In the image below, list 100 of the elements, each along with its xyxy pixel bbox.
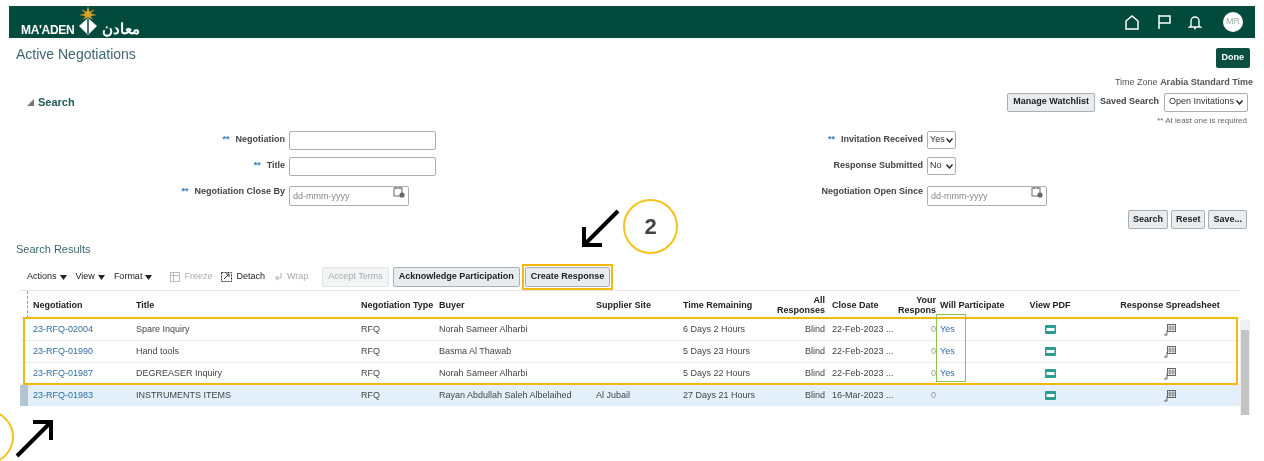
column-header[interactable]: Time Remaining bbox=[678, 299, 770, 310]
table-cell-text: Hand tools bbox=[135, 344, 181, 358]
input-field[interactable] bbox=[289, 130, 436, 150]
participate-link[interactable]: Yes bbox=[936, 366, 1000, 381]
table-cell-text: DEGREASER Inquiry bbox=[135, 366, 224, 380]
arrow-icon bbox=[580, 209, 620, 249]
spreadsheet-icon[interactable] bbox=[1164, 367, 1176, 380]
negotiation-link[interactable]: 23-RFQ-01990 bbox=[28, 344, 131, 359]
search-form-button[interactable]: Save... bbox=[1208, 210, 1247, 229]
table-cell-text: INSTRUMENTS ITEMS bbox=[135, 388, 232, 402]
field-label: Title bbox=[266, 159, 285, 173]
table-cell-text: Norah Sameer Alharbi bbox=[438, 366, 529, 380]
date-field[interactable]: dd-mmm-yyyy bbox=[927, 186, 1047, 206]
spreadsheet-icon[interactable] bbox=[1164, 345, 1176, 358]
table-cell-text: Al Jubail bbox=[595, 388, 632, 402]
table-cell-text: 0 bbox=[930, 366, 936, 380]
search-form-button[interactable]: Reset bbox=[1170, 210, 1206, 229]
table-cell-text: Spare Inquiry bbox=[135, 322, 191, 336]
toolbar-action[interactable]: Detach bbox=[221, 270, 265, 284]
negotiation-link[interactable]: 23-RFQ-02004 bbox=[28, 322, 131, 337]
required-note: ** At least one is required bbox=[1156, 115, 1248, 125]
column-header[interactable]: All Responses bbox=[770, 294, 828, 315]
field-label: Negotiation Open Since bbox=[821, 185, 923, 199]
manage-watchlist-button[interactable]: Manage Watchlist bbox=[1007, 92, 1095, 112]
table-cell-text: 6 Days 2 Hours bbox=[682, 322, 747, 336]
detach-icon bbox=[221, 272, 233, 282]
notification-bell-icon[interactable] bbox=[1188, 14, 1202, 30]
pdf-icon[interactable] bbox=[1044, 325, 1056, 334]
pdf-icon[interactable] bbox=[1044, 369, 1056, 378]
negotiation-link[interactable]: 23-RFQ-01987 bbox=[28, 366, 131, 381]
table-cell-text: 5 Days 22 Hours bbox=[682, 366, 752, 380]
column-header[interactable]: Close Date bbox=[828, 299, 890, 310]
table-cell-text: 0 bbox=[930, 344, 936, 358]
collapse-triangle-icon[interactable] bbox=[27, 98, 34, 106]
table-cell-text: RFQ bbox=[360, 388, 381, 402]
table-cell-text: 0 bbox=[930, 388, 936, 402]
required-mark: ** bbox=[253, 159, 261, 173]
dropdown-select[interactable]: Yes bbox=[927, 131, 956, 149]
required-mark: ** bbox=[222, 133, 230, 147]
table-cell-text: RFQ bbox=[360, 366, 381, 380]
table-cell-text: Rayan Abdullah Saleh Albelaihed bbox=[438, 388, 573, 402]
scrollbar[interactable] bbox=[1240, 320, 1250, 415]
table-cell-text: 0 bbox=[930, 322, 936, 336]
table-cell-text: Blind bbox=[804, 388, 826, 402]
dropdown-caret-icon bbox=[946, 137, 953, 143]
column-header[interactable]: Negotiation bbox=[28, 299, 131, 310]
table-row[interactable]: 23-RFQ-01983 INSTRUMENTS ITEMS RFQ Rayan Abdullah Saleh Albelaihed Al Jubail 27 Days 21 Hours Blind 16-Mar-2023 ... 0 bbox=[20, 384, 1240, 406]
dropdown-select[interactable]: No bbox=[927, 157, 956, 175]
table-cell-text: Blind bbox=[804, 344, 826, 358]
input-field[interactable] bbox=[289, 156, 436, 176]
field-label: Negotiation bbox=[235, 133, 285, 147]
column-header[interactable]: Response Spreadsheet bbox=[1100, 299, 1240, 310]
table-cell-text: Blind bbox=[804, 322, 826, 336]
saved-search-select[interactable]: Open Invitations bbox=[1164, 92, 1248, 112]
arrow-icon bbox=[15, 420, 55, 458]
home-icon[interactable] bbox=[1124, 14, 1140, 30]
toolbar-button[interactable]: Acknowledge Participation bbox=[392, 267, 520, 287]
table-cell-text: Blind bbox=[804, 366, 826, 380]
field-label: Negotiation Close By bbox=[194, 185, 285, 199]
field-label: Invitation Received bbox=[840, 133, 923, 147]
column-header[interactable]: Supplier Site bbox=[591, 299, 678, 310]
dropdown-caret-icon bbox=[97, 274, 105, 280]
table-cell-text: RFQ bbox=[360, 322, 381, 336]
pdf-icon[interactable] bbox=[1044, 391, 1056, 400]
table-cell-text: RFQ bbox=[360, 344, 381, 358]
toolbar-button[interactable]: Create Response bbox=[524, 267, 611, 287]
dropdown-caret-icon bbox=[1236, 99, 1243, 105]
wrap-icon bbox=[273, 272, 283, 282]
search-form-button[interactable]: Search bbox=[1127, 210, 1168, 229]
calendar-icon[interactable] bbox=[393, 186, 405, 198]
section-heading: Search Results bbox=[15, 242, 92, 255]
column-header[interactable]: Your Respons bbox=[890, 294, 936, 315]
spreadsheet-icon[interactable] bbox=[1164, 323, 1176, 336]
participate-link[interactable]: Yes bbox=[936, 322, 1000, 337]
negotiation-link[interactable]: 23-RFQ-01983 bbox=[28, 388, 131, 403]
menu-button[interactable]: View bbox=[75, 270, 105, 284]
table-cell-text: 27 Days 21 Hours bbox=[682, 388, 757, 402]
done-button[interactable]: Done bbox=[1215, 47, 1250, 68]
pdf-icon[interactable] bbox=[1044, 347, 1056, 356]
column-header[interactable]: Title bbox=[131, 299, 356, 310]
table-cell-text: 5 Days 23 Hours bbox=[682, 344, 752, 358]
date-field[interactable]: dd-mmm-yyyy bbox=[289, 186, 409, 206]
page-title: Active Negotiations bbox=[16, 45, 136, 64]
freeze-icon bbox=[170, 272, 181, 282]
logo-text: MA'ADEN bbox=[21, 24, 75, 36]
calendar-icon[interactable] bbox=[1031, 186, 1043, 198]
field-label: Saved Search bbox=[1099, 95, 1159, 109]
required-mark: ** bbox=[181, 185, 189, 199]
menu-button[interactable]: Format bbox=[113, 270, 153, 284]
dropdown-caret-icon bbox=[946, 163, 953, 169]
field-label: Response Submitted bbox=[833, 159, 923, 173]
required-mark: ** bbox=[827, 133, 835, 147]
column-header[interactable]: Negotiation Type bbox=[356, 299, 434, 310]
menu-button[interactable]: Actions bbox=[27, 270, 67, 284]
column-header[interactable]: Buyer bbox=[434, 299, 591, 310]
spreadsheet-icon[interactable] bbox=[1164, 389, 1176, 402]
participate-link[interactable]: Yes bbox=[936, 344, 1000, 359]
dropdown-caret-icon bbox=[59, 274, 67, 280]
flag-icon[interactable] bbox=[1157, 14, 1171, 30]
step-number-badge: 2 bbox=[623, 199, 678, 254]
